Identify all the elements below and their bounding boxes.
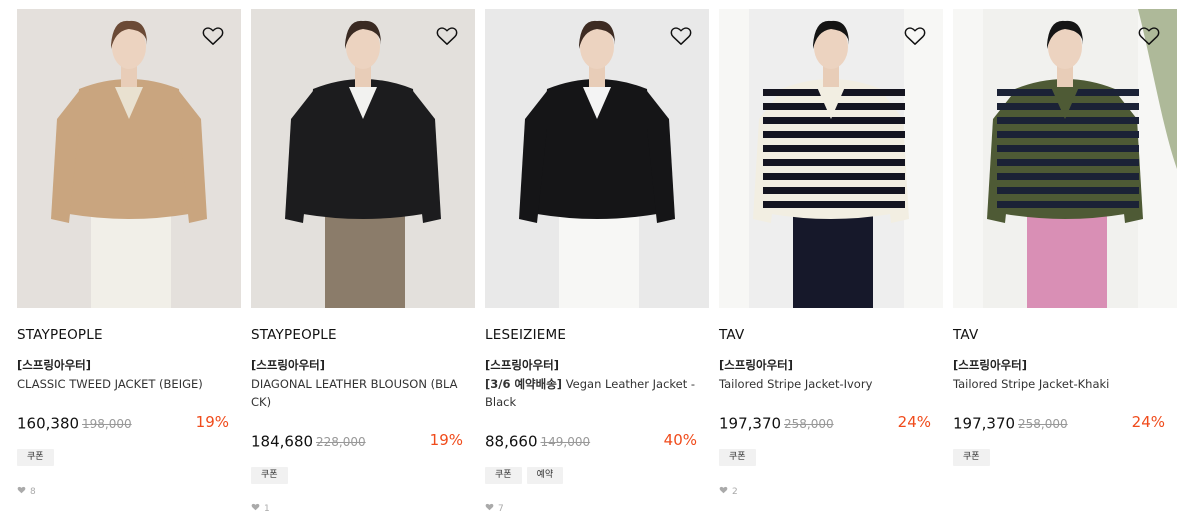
- badge-list: 쿠폰: [953, 449, 990, 466]
- original-price: 258,000: [1018, 416, 1068, 431]
- sale-price: 88,660: [485, 432, 538, 451]
- like-count: 2: [719, 486, 738, 497]
- original-price: 198,000: [82, 416, 132, 431]
- brand-name[interactable]: STAYPEOPLE: [17, 327, 103, 343]
- badge: 예약: [526, 467, 564, 484]
- product-card[interactable]: TAV [스프링아우터] Tailored Stripe Jacket-Ivor…: [719, 9, 943, 497]
- category-tag: [스프링아우터]: [485, 358, 559, 372]
- discount-rate: 40%: [663, 431, 697, 449]
- category-tag: [스프링아우터]: [17, 358, 91, 372]
- badge: 쿠폰: [251, 467, 288, 484]
- heart-filled-icon: [485, 503, 494, 514]
- product-image[interactable]: [17, 9, 241, 308]
- price-row: 160,380 198,000 19%: [17, 413, 229, 433]
- brand-name[interactable]: LESEIZIEME: [485, 327, 566, 343]
- like-count-value: 2: [732, 486, 738, 497]
- product-name[interactable]: Tailored Stripe Jacket-Khaki: [953, 375, 1165, 393]
- price-row: 88,660 149,000 40%: [485, 431, 697, 451]
- badge-list: 쿠폰: [719, 449, 756, 466]
- like-count-value: 1: [264, 503, 270, 514]
- original-price: 258,000: [784, 416, 834, 431]
- sale-price: 197,370: [719, 414, 782, 433]
- product-grid: STAYPEOPLE [스프링아우터] CLASSIC TWEED JACKET…: [0, 0, 1184, 528]
- heart-outline-icon[interactable]: [202, 26, 224, 46]
- product-name-text: Tailored Stripe Jacket-Ivory: [719, 377, 873, 391]
- sale-price: 160,380: [17, 414, 80, 433]
- category-tag: [스프링아우터]: [251, 358, 325, 372]
- product-name[interactable]: DIAGONAL LEATHER BLOUSON (BLACK): [251, 375, 463, 411]
- discount-rate: 24%: [897, 413, 931, 431]
- heart-outline-icon[interactable]: [1138, 26, 1160, 46]
- heart-filled-icon: [251, 503, 260, 514]
- price-row: 197,370 258,000 24%: [953, 413, 1165, 433]
- like-count: 1: [251, 503, 270, 514]
- product-card[interactable]: LESEIZIEME [스프링아우터] [3/6 예약배송] Vegan Lea…: [485, 9, 709, 514]
- product-card[interactable]: TAV [스프링아우터] Tailored Stripe Jacket-Khak…: [953, 9, 1177, 466]
- like-count: 8: [17, 486, 36, 497]
- badge: 쿠폰: [17, 449, 54, 466]
- product-image[interactable]: [953, 9, 1177, 308]
- product-card[interactable]: STAYPEOPLE [스프링아우터] DIAGONAL LEATHER BLO…: [251, 9, 475, 514]
- badge: 쿠폰: [719, 449, 756, 466]
- product-name[interactable]: CLASSIC TWEED JACKET (BEIGE): [17, 375, 229, 393]
- discount-rate: 19%: [429, 431, 463, 449]
- original-price: 228,000: [316, 434, 366, 449]
- heart-outline-icon[interactable]: [436, 26, 458, 46]
- badge-list: 쿠폰: [17, 449, 54, 466]
- badge: 쿠폰: [953, 449, 990, 466]
- product-name-prefix: [3/6 예약배송]: [485, 377, 563, 391]
- heart-outline-icon[interactable]: [670, 26, 692, 46]
- product-image[interactable]: [719, 9, 943, 308]
- price-row: 184,680 228,000 19%: [251, 431, 463, 451]
- like-count: 7: [485, 503, 504, 514]
- badge: 쿠폰: [485, 467, 522, 484]
- like-count-value: 7: [498, 503, 504, 514]
- product-name-text: Tailored Stripe Jacket-Khaki: [953, 377, 1110, 391]
- discount-rate: 19%: [195, 413, 229, 431]
- product-name[interactable]: Tailored Stripe Jacket-Ivory: [719, 375, 931, 393]
- discount-rate: 24%: [1131, 413, 1165, 431]
- heart-outline-icon[interactable]: [904, 26, 926, 46]
- product-name[interactable]: [3/6 예약배송] Vegan Leather Jacket - Black: [485, 375, 697, 411]
- price-row: 197,370 258,000 24%: [719, 413, 931, 433]
- original-price: 149,000: [540, 434, 591, 449]
- brand-name[interactable]: STAYPEOPLE: [251, 327, 337, 343]
- brand-name[interactable]: TAV: [719, 327, 744, 343]
- like-count-value: 8: [30, 486, 36, 497]
- category-tag: [스프링아우터]: [953, 358, 1027, 372]
- product-image[interactable]: [485, 9, 709, 308]
- brand-name[interactable]: TAV: [953, 327, 978, 343]
- product-image[interactable]: [251, 9, 475, 308]
- badge-list: 쿠폰 예약: [485, 467, 564, 484]
- badge-list: 쿠폰: [251, 467, 288, 484]
- heart-filled-icon: [719, 486, 728, 497]
- heart-filled-icon: [17, 486, 26, 497]
- product-card[interactable]: STAYPEOPLE [스프링아우터] CLASSIC TWEED JACKET…: [17, 9, 241, 497]
- sale-price: 197,370: [953, 414, 1016, 433]
- product-name-text: DIAGONAL LEATHER BLOUSON (BLACK): [251, 377, 458, 409]
- category-tag: [스프링아우터]: [719, 358, 793, 372]
- product-name-text: CLASSIC TWEED JACKET (BEIGE): [17, 377, 203, 391]
- sale-price: 184,680: [251, 432, 314, 451]
